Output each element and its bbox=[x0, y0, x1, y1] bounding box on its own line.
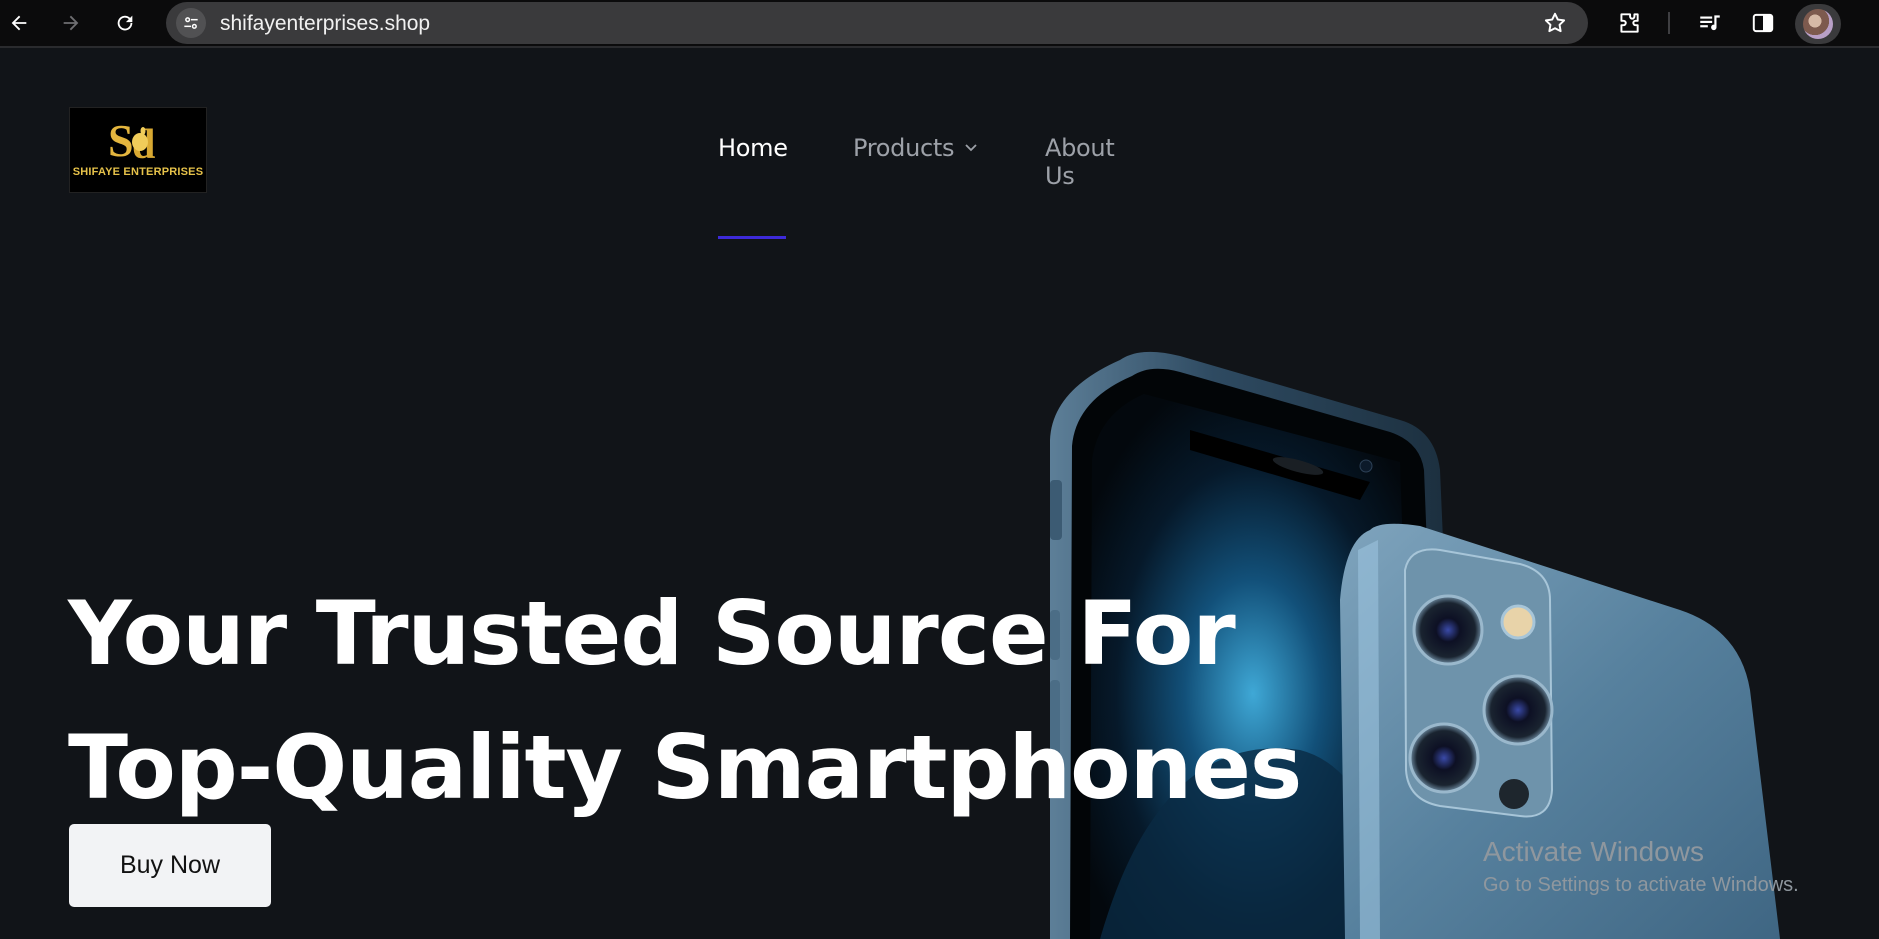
svg-text:S: S bbox=[108, 115, 134, 166]
reload-icon bbox=[117, 15, 133, 31]
back-icon bbox=[11, 15, 27, 31]
profile-avatar[interactable] bbox=[1795, 4, 1841, 44]
browser-toolbar: shifayenterprises.shop bbox=[0, 0, 1879, 48]
hero-heading: Your Trusted Source For Top-Quality Smar… bbox=[68, 567, 1368, 835]
chevron-down-icon[interactable] bbox=[965, 144, 977, 152]
avatar-image bbox=[1803, 9, 1833, 39]
toolbar-divider bbox=[1668, 12, 1670, 34]
buy-now-button[interactable]: Buy Now bbox=[69, 824, 271, 907]
url-text[interactable]: shifayenterprises.shop bbox=[220, 12, 430, 36]
nav-active-indicator bbox=[718, 236, 786, 239]
extensions-button[interactable] bbox=[1614, 8, 1644, 38]
site-logo[interactable]: S d SHIFAYE ENTERPRISES bbox=[69, 107, 207, 193]
reload-button[interactable] bbox=[110, 8, 140, 38]
media-queue-icon bbox=[1700, 15, 1720, 31]
side-panel-icon bbox=[1752, 13, 1774, 33]
forward-button[interactable] bbox=[56, 8, 86, 38]
logo-mark-icon: S d bbox=[108, 115, 155, 168]
hero-heading-line-1: Your Trusted Source For bbox=[68, 581, 1236, 685]
watermark-subtitle: Go to Settings to activate Windows. bbox=[1483, 874, 1799, 896]
bookmark-star-icon[interactable] bbox=[1542, 10, 1568, 36]
watermark-title: Activate Windows bbox=[1483, 836, 1704, 867]
logo-text: SHIFAYE ENTERPRISES bbox=[72, 166, 204, 178]
nav-home[interactable]: Home bbox=[718, 134, 788, 162]
nav-about-us[interactable]: About Us bbox=[1045, 134, 1115, 190]
forward-icon bbox=[63, 15, 79, 31]
media-queue-button[interactable] bbox=[1695, 8, 1725, 38]
hero-heading-line-2: Top-Quality Smartphones bbox=[68, 715, 1302, 819]
windows-activation-watermark: Activate Windows Go to Settings to activ… bbox=[1483, 836, 1799, 897]
side-panel-button[interactable] bbox=[1748, 8, 1778, 38]
extensions-icon bbox=[1620, 13, 1639, 33]
nav-products[interactable]: Products bbox=[853, 134, 955, 162]
address-bar[interactable]: shifayenterprises.shop bbox=[166, 2, 1588, 44]
back-button[interactable] bbox=[4, 8, 34, 38]
site-info-icon[interactable] bbox=[176, 8, 206, 38]
